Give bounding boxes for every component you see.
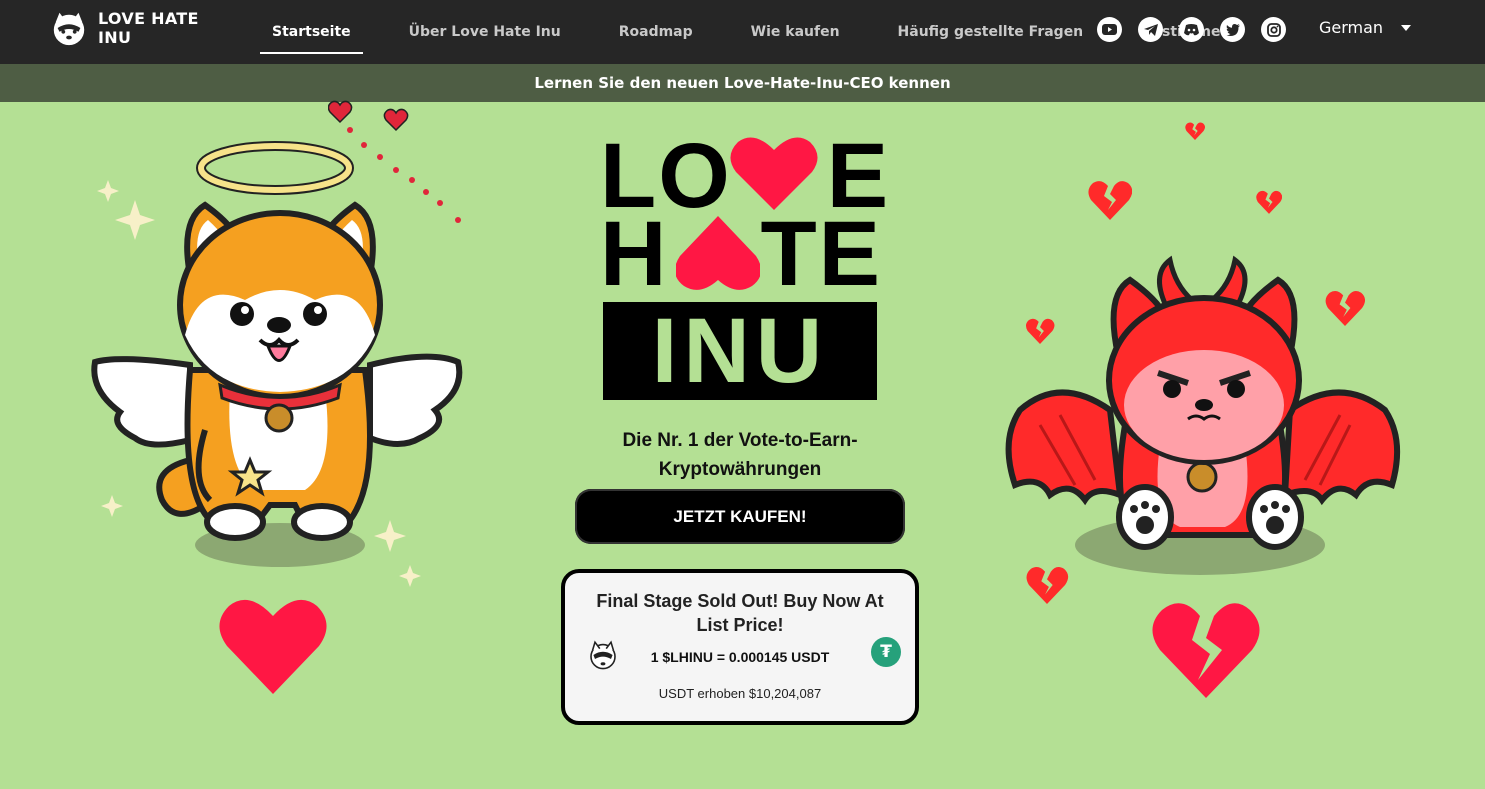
- nav-item-how-to-buy[interactable]: Wie kaufen: [739, 16, 852, 48]
- announcement-bar[interactable]: Lernen Sie den neuen Love-Hate-Inu-CEO k…: [0, 64, 1485, 102]
- telegram-icon[interactable]: [1138, 17, 1163, 42]
- broken-heart-icon: [1088, 181, 1132, 220]
- presale-title: Final Stage Sold Out! Buy Now At List Pr…: [596, 591, 884, 635]
- buy-now-button[interactable]: JETZT KAUFEN!: [575, 489, 905, 544]
- nav-item-faq[interactable]: Häufig gestellte Fragen: [886, 16, 1096, 48]
- discord-icon[interactable]: [1179, 17, 1204, 42]
- twitter-icon[interactable]: [1220, 17, 1245, 42]
- youtube-icon[interactable]: [1097, 17, 1122, 42]
- broken-heart-icon: [1325, 290, 1365, 326]
- hero-line-inu: INU: [603, 302, 877, 400]
- presale-card: Final Stage Sold Out! Buy Now At List Pr…: [561, 569, 919, 725]
- heart-icon: [730, 137, 818, 210]
- broken-heart-icon: [1026, 567, 1069, 604]
- social-links: [1097, 17, 1286, 42]
- announcement-text: Lernen Sie den neuen Love-Hate-Inu-CEO k…: [534, 74, 951, 92]
- hero-text-te: TE: [760, 203, 883, 305]
- brand[interactable]: LOVE HATE INU: [50, 9, 208, 47]
- broken-heart-icon: [1152, 603, 1260, 698]
- brand-name: LOVE HATE INU: [98, 9, 199, 47]
- hero-tagline: Die Nr. 1 der Vote-to-Earn-Kryptowährung…: [622, 430, 858, 480]
- nav-item-about[interactable]: Über Love Hate Inu: [397, 16, 573, 48]
- small-hearts-trail: [328, 100, 461, 223]
- nav-item-roadmap[interactable]: Roadmap: [607, 16, 705, 48]
- language-select[interactable]: German: [1319, 18, 1412, 37]
- inu-logo-icon: [53, 12, 85, 46]
- nav-item-startseite[interactable]: Startseite: [260, 16, 363, 54]
- tether-icon: ₮: [871, 637, 901, 667]
- chevron-down-icon: [1401, 24, 1412, 31]
- broken-heart-icon: [1185, 122, 1205, 140]
- presale-raised: USDT erhoben $10,204,087: [658, 686, 822, 701]
- presale-price: 1 $LHINU = 0.000145 USDT: [650, 649, 830, 665]
- heart-icon: [676, 216, 760, 290]
- broken-heart-icon: [1256, 190, 1282, 214]
- instagram-icon[interactable]: [1261, 17, 1286, 42]
- language-label: German: [1319, 18, 1384, 37]
- heart-icon: [219, 599, 327, 694]
- top-navbar: LOVE HATE INU Startseite Über Love Hate …: [0, 0, 1485, 64]
- broken-heart-icon: [1025, 318, 1055, 344]
- hero-text-h: H: [600, 203, 669, 305]
